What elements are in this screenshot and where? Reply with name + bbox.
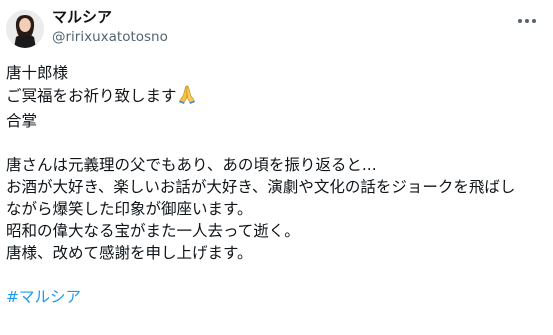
post-line: ご冥福をお祈り致します: [6, 87, 177, 105]
avatar[interactable]: [6, 10, 44, 48]
more-options-button[interactable]: [514, 10, 540, 32]
user-handle[interactable]: @ririxuxatotosno: [52, 29, 168, 45]
post-text: 唐十郎様 ご冥福をお祈り致します 合掌 唐さんは元義理の父でもあり、あの頃を振り…: [6, 62, 546, 308]
more-horizontal-icon: [518, 19, 536, 23]
post-line: 昭和の偉大なる宝がまた一人去って逝く。: [6, 222, 300, 240]
display-name[interactable]: マルシア: [52, 8, 168, 26]
post-line-with-emoji: ご冥福をお祈り致します: [6, 84, 546, 110]
folded-hands-icon: [178, 84, 196, 110]
user-info: マルシア @ririxuxatotosno: [52, 8, 168, 45]
hashtag-link[interactable]: #マルシア: [6, 288, 81, 306]
post-line: お酒が大好き、楽しいお話が大好き、演劇や文化の話をジョークを飛ばし: [6, 178, 516, 196]
post-header: マルシア @ririxuxatotosno: [0, 0, 553, 54]
post-line: 唐さんは元義理の父でもあり、あの頃を振り返ると...: [6, 156, 377, 174]
post-line: ながら爆笑した印象が御座います。: [6, 200, 253, 218]
post-line: 唐十郎様: [6, 64, 69, 82]
post-line: 合掌: [6, 112, 38, 130]
post-line: 唐様、改めて感謝を申し上げます。: [6, 244, 253, 262]
hashtag-line: #マルシア: [6, 286, 546, 308]
